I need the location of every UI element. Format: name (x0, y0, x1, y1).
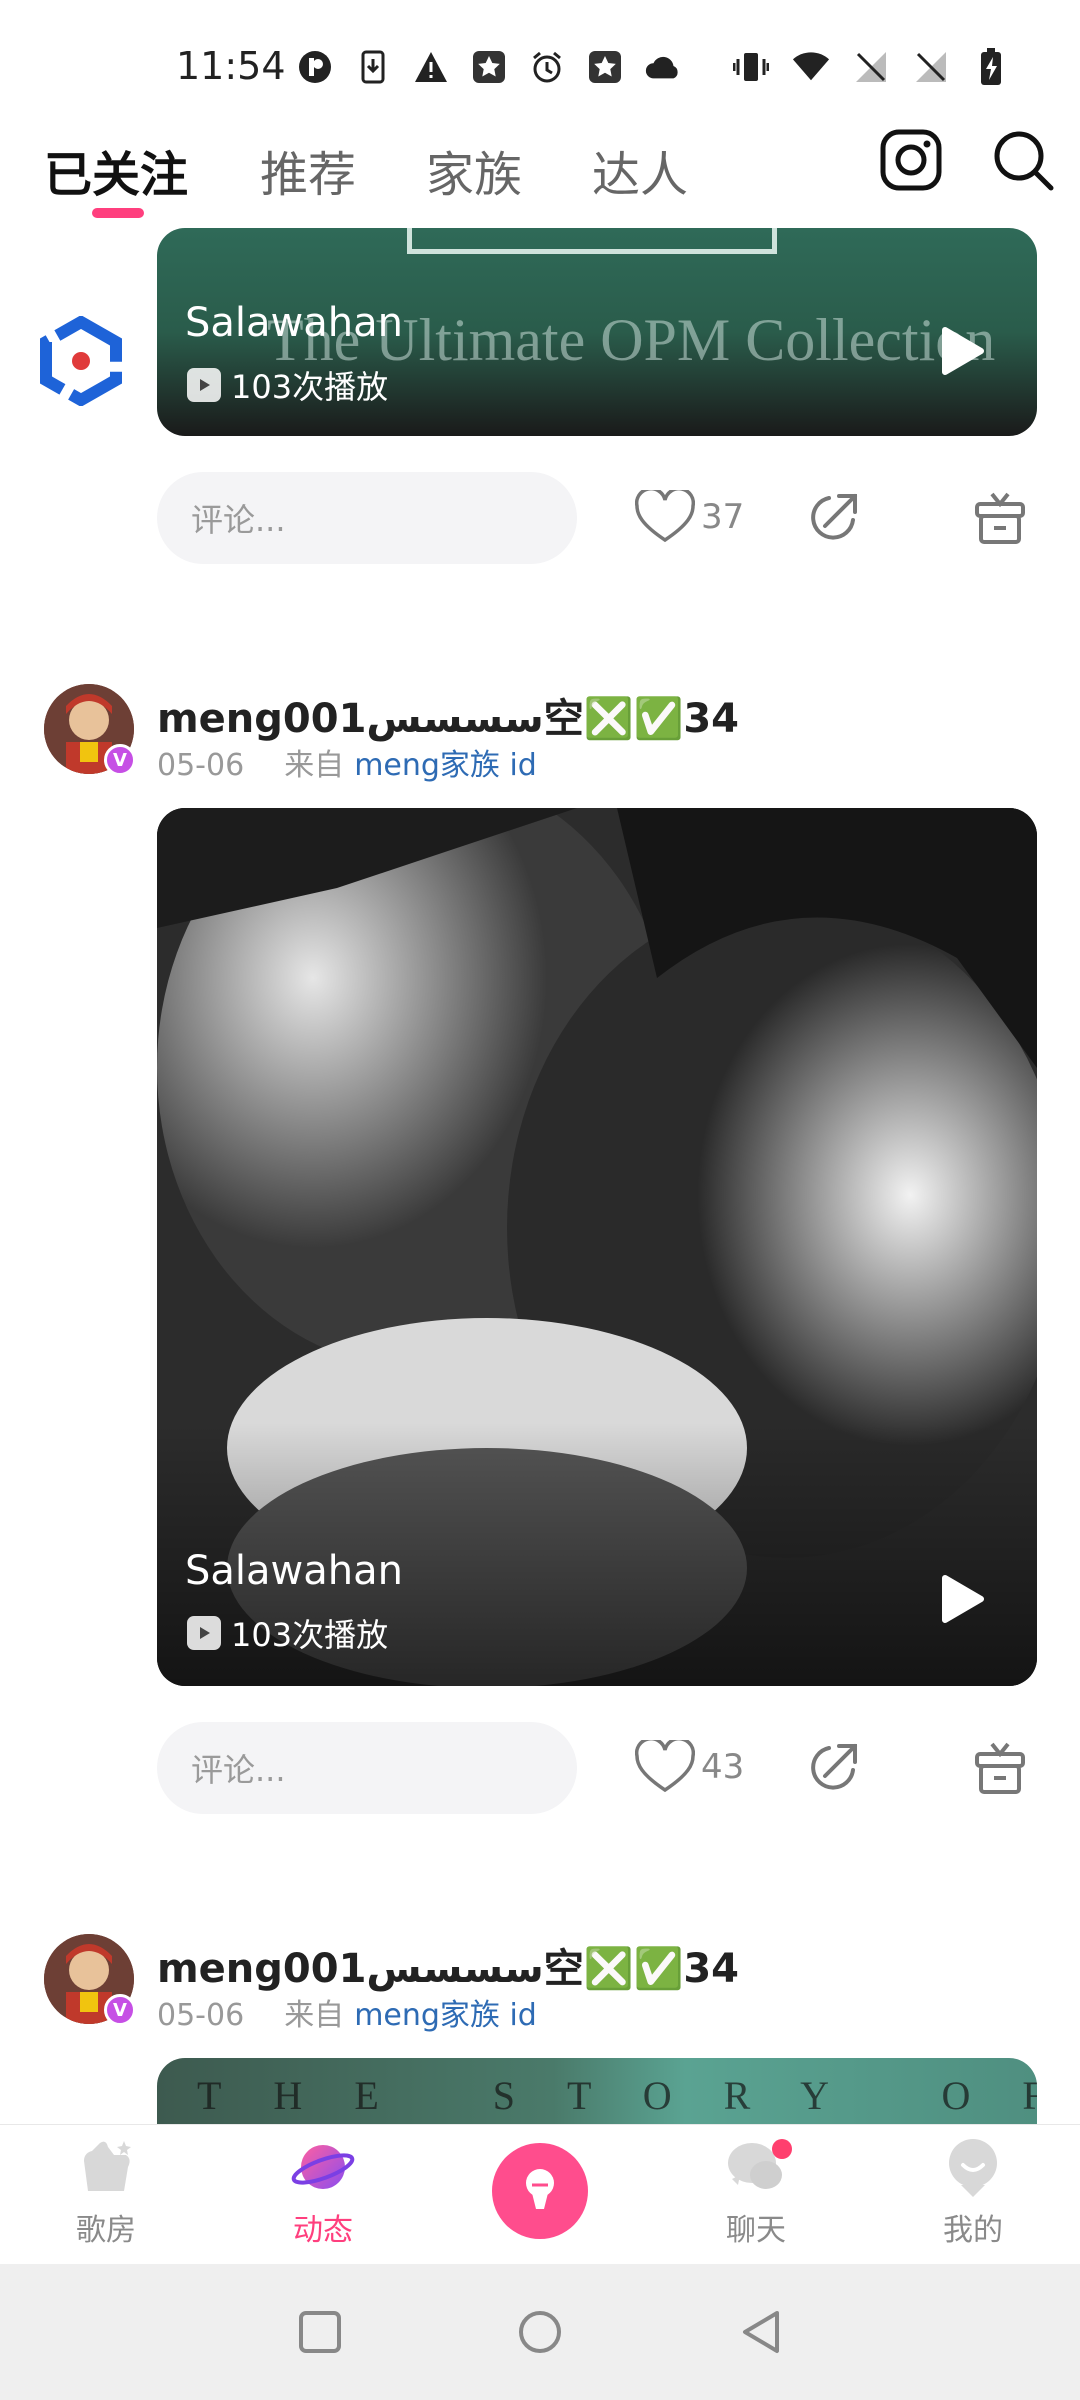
verified-badge: V (104, 744, 136, 776)
system-nav-bar (0, 2264, 1080, 2400)
share-icon (811, 494, 857, 540)
source-label: 来自 (284, 748, 345, 783)
family-link[interactable]: meng家族 id (354, 1998, 537, 2033)
play-count-icon (187, 368, 221, 402)
battery-charging-icon (972, 48, 1010, 86)
post-date: 05-06 (157, 1998, 245, 2033)
star-app-icon (586, 48, 624, 86)
gift-button[interactable] (972, 490, 1028, 550)
warning-icon (412, 48, 450, 86)
download-icon (354, 48, 392, 86)
nav-label: 动态 (293, 2213, 353, 2248)
tab-family[interactable]: 家族 (426, 135, 522, 205)
avatar[interactable] (36, 315, 126, 407)
post-meta: 05-06 来自 meng家族 id (157, 1990, 537, 2034)
star-app-icon (470, 48, 508, 86)
back-button[interactable] (734, 2304, 790, 2360)
cloud-icon (644, 48, 682, 86)
comment-input[interactable]: 评论... (157, 1722, 577, 1814)
vibrate-icon (732, 48, 770, 86)
tab-recommended[interactable]: 推荐 (260, 135, 356, 205)
media-card[interactable]: The Ultimate OPM Collection Salawahan 10… (157, 228, 1037, 436)
media-title: Salawahan (185, 300, 403, 346)
share-icon (811, 1744, 857, 1790)
camera-button[interactable] (876, 125, 946, 195)
square-icon (299, 2311, 341, 2353)
play-icon[interactable] (935, 326, 985, 376)
nav-label: 我的 (943, 2213, 1003, 2248)
feed[interactable]: The Ultimate OPM Collection Salawahan 10… (0, 228, 1080, 2124)
app-logo-icon (40, 315, 122, 407)
post-meta: 05-06 来自 meng家族 id (157, 740, 537, 784)
play-icon[interactable] (935, 1574, 985, 1624)
media-cover-frame (407, 228, 777, 254)
microphone-icon (526, 2169, 554, 2209)
heart-icon (635, 490, 695, 543)
nav-song-room[interactable]: 歌房 (26, 2135, 186, 2249)
like-count: 43 (701, 1747, 745, 1787)
search-icon (994, 131, 1054, 191)
media-cover-text: THE STORY OF (197, 2073, 1037, 2118)
like-button[interactable]: 43 (635, 1740, 744, 1794)
gift-button[interactable] (972, 1740, 1028, 1800)
circle-icon (519, 2311, 561, 2353)
nav-chat[interactable]: 聊天 (676, 2135, 836, 2249)
alarm-icon (528, 48, 566, 86)
like-count: 37 (701, 497, 745, 537)
nav-profile[interactable]: 我的 (893, 2135, 1053, 2249)
media-card[interactable]: Salawahan 103次播放 (157, 808, 1037, 1686)
bottom-nav: 歌房 动态 聊天 我的 (0, 2124, 1080, 2264)
like-button[interactable]: 37 (635, 490, 744, 544)
play-count-text: 103次播放 (231, 1616, 389, 1654)
top-tab-bar: 已关注 推荐 家族 达人 (0, 125, 1080, 225)
nav-sing-button[interactable] (492, 2143, 588, 2239)
nav-label: 聊天 (726, 2213, 786, 2248)
wifi-icon (792, 48, 830, 86)
triangle-back-icon (743, 2311, 779, 2353)
active-tab-indicator (92, 208, 144, 218)
no-signal-icon (912, 48, 950, 86)
post-date: 05-06 (157, 748, 245, 783)
status-time: 11:54 (176, 44, 286, 88)
username[interactable]: meng001سسسس空❎✅34 (157, 686, 739, 744)
no-signal-icon (852, 48, 890, 86)
comment-input[interactable]: 评论... (157, 472, 577, 564)
profile-icon (949, 2139, 997, 2197)
status-system-icons (732, 48, 1010, 86)
username[interactable]: meng001سسسس空❎✅34 (157, 1936, 739, 1994)
tab-following[interactable]: 已关注 (44, 135, 188, 205)
unread-badge (772, 2139, 792, 2159)
post-header: V meng001سسسس空❎✅34 05-06 来自 meng家族 id (44, 684, 1044, 784)
share-button[interactable] (805, 490, 861, 550)
share-button[interactable] (805, 1740, 861, 1800)
verified-badge: V (104, 1994, 136, 2026)
recents-button[interactable] (292, 2304, 348, 2360)
song-room-icon (84, 2141, 131, 2191)
status-bar: 11:54 (0, 0, 1080, 130)
play-count-icon (187, 1616, 221, 1650)
post-action-row: 评论... 37 (157, 472, 1037, 564)
heart-icon (635, 1740, 695, 1793)
play-count-text: 103次播放 (231, 368, 389, 406)
play-count: 103次播放 (187, 1610, 388, 1656)
family-link[interactable]: meng家族 id (354, 748, 537, 783)
tab-experts[interactable]: 达人 (592, 135, 688, 205)
nav-moments[interactable]: 动态 (243, 2135, 403, 2249)
notification-p-icon (296, 48, 334, 86)
search-button[interactable] (988, 125, 1058, 195)
gift-icon (975, 1742, 1025, 1794)
home-button[interactable] (512, 2304, 568, 2360)
status-notification-icons (296, 48, 682, 86)
play-count: 103次播放 (187, 362, 388, 408)
media-title: Salawahan (185, 1548, 403, 1594)
media-card[interactable]: THE STORY OF (157, 2058, 1037, 2124)
gift-icon (975, 492, 1025, 544)
post-header: V meng001سسسس空❎✅34 05-06 来自 meng家族 id (44, 1934, 1044, 2034)
post-action-row: 评论... 43 (157, 1722, 1037, 1814)
nav-label: 歌房 (76, 2213, 136, 2248)
camera-icon (880, 129, 942, 191)
source-label: 来自 (284, 1998, 345, 2033)
planet-icon (291, 2145, 355, 2189)
